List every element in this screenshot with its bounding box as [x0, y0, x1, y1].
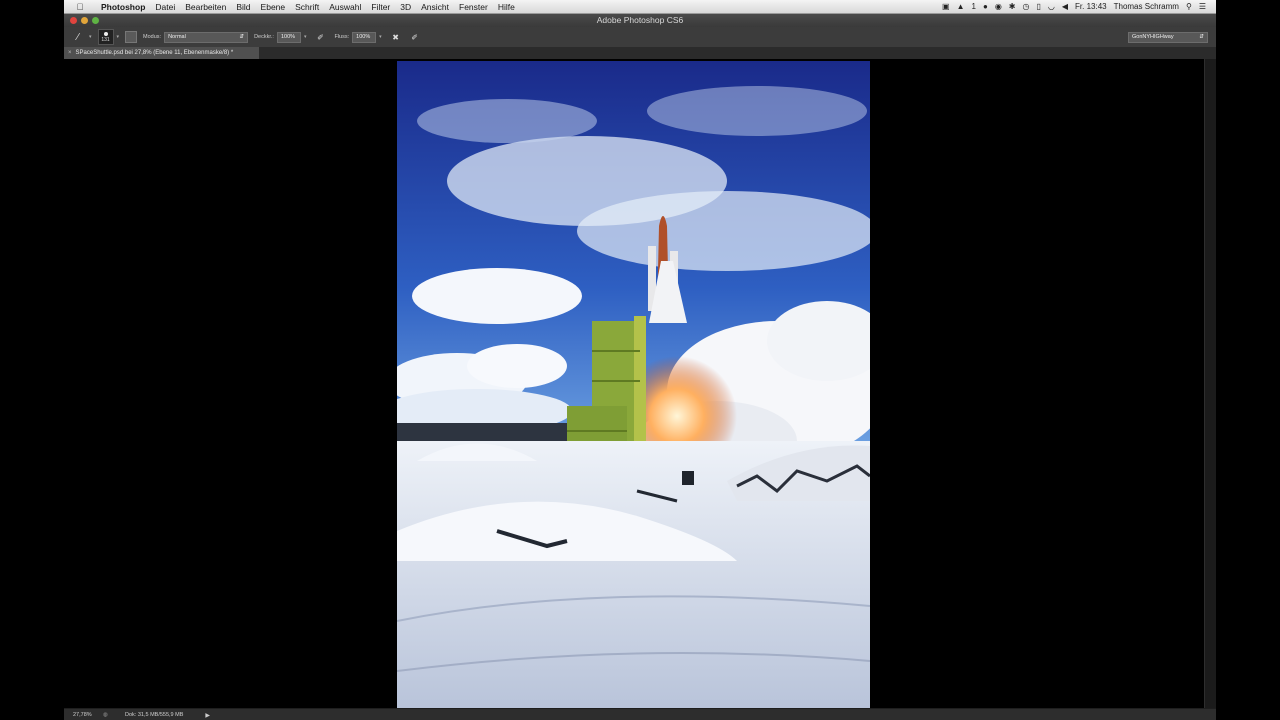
spotlight-search-icon[interactable]: ⚲: [1186, 2, 1192, 11]
status-menu-arrow-icon[interactable]: ▶: [205, 712, 210, 719]
brush-preset-picker[interactable]: 131: [97, 29, 114, 45]
document-tab[interactable]: × SPaceShuttle.psd bei 27,8% (Ebene 11, E…: [64, 47, 259, 59]
macos-menubar:  Photoshop Datei Bearbeiten Bild Ebene …: [64, 0, 1216, 14]
apple-logo-icon[interactable]: : [64, 2, 96, 12]
document-size-info: Dok: 31,5 MB/555,9 MB: [125, 712, 184, 718]
menu-schrift[interactable]: Schrift: [290, 2, 324, 12]
tray-count: 1: [971, 2, 976, 11]
adobe-icon[interactable]: ▲: [957, 2, 965, 11]
opacity-label: Deckkr.:: [254, 34, 274, 40]
close-tab-icon[interactable]: ×: [68, 50, 72, 56]
vertical-scrollbar[interactable]: [1204, 59, 1216, 708]
mode-label: Modus:: [143, 34, 162, 40]
mode-value: Normal: [168, 33, 186, 40]
chevron-down-icon[interactable]: ▾: [89, 34, 92, 40]
chevron-updown-icon: ⇵: [239, 33, 245, 40]
mode-select[interactable]: Normal ⇵: [164, 31, 249, 43]
menu-ebene[interactable]: Ebene: [256, 2, 291, 12]
sync-icon[interactable]: ●: [983, 2, 988, 11]
clock[interactable]: Fr. 13:43: [1075, 2, 1107, 11]
chevron-down-icon[interactable]: ▾: [304, 34, 307, 40]
menu-fenster[interactable]: Fenster: [454, 2, 493, 12]
document-tab-title: SPaceShuttle.psd bei 27,8% (Ebene 11, Eb…: [75, 50, 234, 56]
menu-ansicht[interactable]: Ansicht: [416, 2, 454, 12]
menu-auswahl[interactable]: Auswahl: [324, 2, 366, 12]
window-titlebar: Adobe Photoshop CS6: [64, 14, 1216, 27]
drive-icon[interactable]: ▯: [1036, 2, 1040, 11]
notification-list-icon[interactable]: ☰: [1199, 2, 1206, 11]
pressure-size-icon[interactable]: ✐: [407, 30, 423, 44]
menu-filter[interactable]: Filter: [366, 2, 395, 12]
window-title: Adobe Photoshop CS6: [596, 15, 684, 25]
document-canvas-image[interactable]: [397, 61, 870, 708]
menu-app-photoshop[interactable]: Photoshop: [96, 2, 150, 12]
eye-icon[interactable]: ◉: [995, 2, 1002, 11]
close-window-button[interactable]: [70, 17, 77, 24]
screen-record-icon[interactable]: ▣: [942, 2, 950, 11]
volume-icon[interactable]: ◀: [1062, 2, 1068, 11]
workspace-value: GonNYHIGHway: [1132, 34, 1174, 40]
bluetooth-icon[interactable]: ✱: [1009, 2, 1016, 11]
brush-panel-toggle-icon[interactable]: [125, 31, 138, 43]
status-tray: ▣ ▲ 1 ● ◉ ✱ ◷ ▯ ◡ ◀ Fr. 13:43 Thomas Sch…: [942, 2, 1216, 11]
window-controls: [70, 17, 99, 24]
menu-hilfe[interactable]: Hilfe: [493, 2, 520, 12]
zoom-level[interactable]: 27,78%: [73, 712, 97, 718]
user-name[interactable]: Thomas Schramm: [1114, 2, 1179, 11]
maximize-window-button[interactable]: [92, 17, 99, 24]
flow-label: Fluss:: [334, 34, 350, 40]
chevron-down-icon[interactable]: ▾: [379, 34, 382, 40]
pressure-opacity-icon[interactable]: ✐: [312, 30, 328, 44]
canvas-area[interactable]: [64, 59, 1204, 708]
menu-bearbeiten[interactable]: Bearbeiten: [180, 2, 231, 12]
status-bar: 27,78% ◍ Dok: 31,5 MB/555,9 MB ▶: [64, 708, 1216, 720]
document-tab-bar: × SPaceShuttle.psd bei 27,8% (Ebene 11, E…: [64, 47, 1216, 59]
wifi-icon[interactable]: ◡: [1048, 2, 1055, 11]
screen:  Photoshop Datei Bearbeiten Bild Ebene …: [64, 0, 1216, 720]
flow-field[interactable]: 100%: [352, 31, 377, 43]
tool-options-bar: ∕ ▾ 131 ▾ Modus: Normal ⇵ Deckkr.: 100% ▾…: [64, 27, 1216, 48]
minimize-window-button[interactable]: [81, 17, 88, 24]
chevron-updown-icon: ⇵: [1199, 34, 1204, 40]
time-machine-icon[interactable]: ◷: [1023, 2, 1030, 11]
brush-tool-icon[interactable]: ∕: [70, 30, 86, 44]
chevron-down-icon[interactable]: ▾: [117, 34, 120, 40]
menu-datei[interactable]: Datei: [150, 2, 180, 12]
info-icon[interactable]: ◍: [103, 712, 111, 718]
opacity-field[interactable]: 100%: [276, 31, 301, 43]
menu-3d[interactable]: 3D: [395, 2, 416, 12]
menu-bild[interactable]: Bild: [231, 2, 255, 12]
workspace-select[interactable]: GonNYHIGHway ⇵: [1128, 32, 1208, 43]
brush-size-value: 131: [101, 37, 110, 43]
airbrush-icon[interactable]: ✖: [388, 30, 404, 44]
space-shuttle-launch-photo: [397, 61, 870, 708]
